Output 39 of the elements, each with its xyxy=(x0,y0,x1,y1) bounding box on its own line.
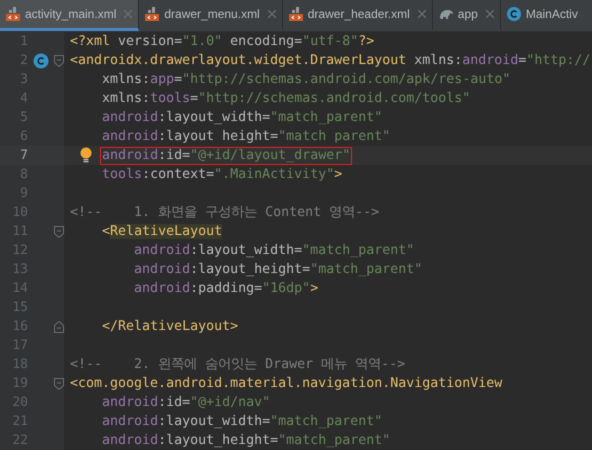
close-icon[interactable] xyxy=(486,10,494,18)
code-line: android:layout_height="match_parent" xyxy=(133,260,424,278)
fold-icon[interactable] xyxy=(54,226,64,238)
file-tab[interactable]: activity_main.xml xyxy=(0,0,140,31)
code-line: android:layout_width="match_parent" xyxy=(133,242,416,260)
lightbulb-icon[interactable] xyxy=(80,147,92,163)
code-line: android:layout height="match parent" xyxy=(101,128,392,146)
code-line: android:layout_width="match_parent" xyxy=(101,108,384,126)
code-line: <!-- 1. 화면을 구성하는 Content 영역--> xyxy=(69,204,380,222)
xml-file-icon xyxy=(5,6,21,22)
highlighted-code: android:id="@+id/layout_drawer" xyxy=(100,146,352,164)
code-line: <com.google.android.material.navigation.NavigationView xyxy=(69,374,504,392)
code-line: xmlns:tools="http://schemas.android.com/tools" xyxy=(101,90,472,108)
code-line: <?xml version="1.0" encoding="utf-8"?> xyxy=(69,32,376,50)
code-line: xmlns:app="http://schemas.android.com/apk/res-auto" xyxy=(101,70,512,88)
class-icon[interactable] xyxy=(33,52,49,68)
file-tab[interactable]: drawer_header.xml xyxy=(282,0,433,31)
xml-file-icon xyxy=(144,6,160,22)
code-line: </RelativeLayout> xyxy=(101,318,240,336)
code-line: android:id="@+id/nav" xyxy=(101,394,272,412)
file-tab[interactable]: app xyxy=(432,0,501,31)
fold-icon[interactable] xyxy=(54,320,64,332)
code-line: android:padding="16dp"> xyxy=(133,280,320,298)
code-line: <RelativeLayout xyxy=(101,222,224,240)
close-icon[interactable] xyxy=(268,10,276,18)
file-tab[interactable]: drawer_menu.xml xyxy=(139,0,283,31)
code-line: <!-- 2. 왼쪽에 숨어잇는 Drawer 메뉴 역역--> xyxy=(69,356,406,374)
code-line: <androidx.drawerlayout.widget.DrawerLayout xmlns:android="http:// xyxy=(69,52,592,70)
code-line: tools:context=".MainActivity"> xyxy=(101,166,344,184)
fold-icon[interactable] xyxy=(54,378,64,390)
xml-file-icon xyxy=(288,6,304,22)
close-icon[interactable] xyxy=(418,10,426,18)
line-number: 7 xyxy=(19,148,28,163)
close-icon[interactable] xyxy=(124,10,132,18)
file-tab[interactable]: MainActiv xyxy=(500,0,578,31)
code-line: android:layout_height="match_parent" xyxy=(101,432,392,450)
class-icon xyxy=(506,6,522,22)
code-line: android:layout_width="match_parent" xyxy=(101,412,384,430)
fold-icon[interactable] xyxy=(54,54,64,66)
